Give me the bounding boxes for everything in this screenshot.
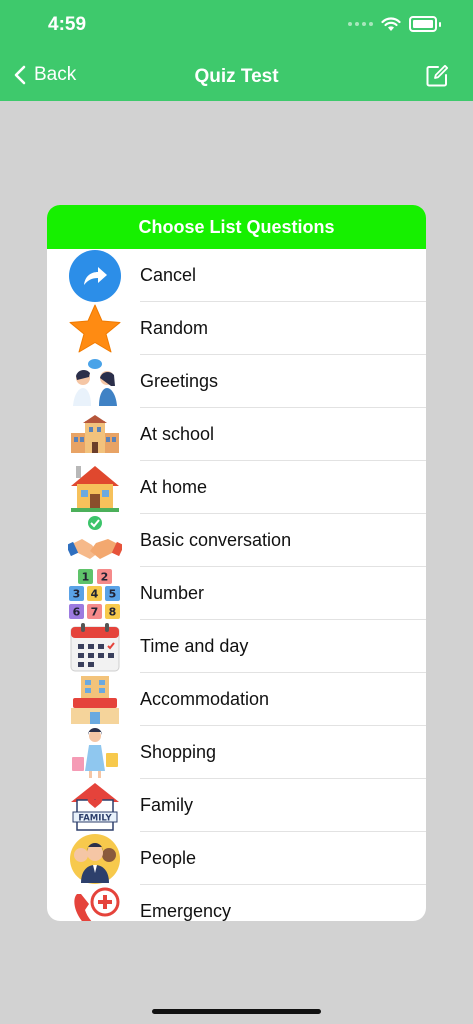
house-icon: [67, 461, 123, 514]
list-item-label: Emergency: [140, 901, 232, 921]
list-item-label: Cancel: [140, 265, 197, 285]
emergency-phone-icon: [67, 885, 123, 921]
hotel-icon: [67, 673, 123, 726]
page-title: Quiz Test: [194, 66, 279, 87]
list-item-greetings[interactable]: Greetings: [47, 355, 426, 408]
list-item-basic-conversation[interactable]: Basic conversation: [47, 514, 426, 567]
two-people-chatting-icon: [67, 355, 123, 408]
battery-icon: [409, 16, 437, 32]
home-indicator[interactable]: [152, 1009, 321, 1014]
list-item-at-school[interactable]: At school: [47, 408, 426, 461]
dialog-title: Choose List Questions: [47, 205, 426, 249]
list-item-label: At home: [140, 477, 208, 497]
wifi-icon: [381, 16, 401, 31]
question-list[interactable]: Cancel Random Greetings At school At hom…: [47, 249, 426, 921]
list-item-number[interactable]: 1 2 3 4 5 6 7 8 Number: [47, 567, 426, 620]
svg-text:FAMILY: FAMILY: [78, 813, 112, 823]
list-item-label: Accommodation: [140, 689, 270, 709]
compose-icon: [426, 64, 449, 87]
list-item-random[interactable]: Random: [47, 302, 426, 355]
number-blocks-icon: 1 2 3 4 5 6 7 8: [67, 567, 123, 620]
list-item-accommodation[interactable]: Accommodation: [47, 673, 426, 726]
list-item-label: Family: [140, 795, 193, 815]
list-item-label: Greetings: [140, 371, 219, 391]
list-item-shopping[interactable]: Shopping: [47, 726, 426, 779]
list-item-label: People: [140, 848, 197, 868]
svg-text:8: 8: [109, 605, 117, 618]
status-icons: [348, 16, 441, 32]
list-item-label: Shopping: [140, 742, 217, 762]
list-item-time-and-day[interactable]: Time and day: [47, 620, 426, 673]
svg-text:4: 4: [91, 587, 99, 600]
list-item-at-home[interactable]: At home: [47, 461, 426, 514]
svg-text:6: 6: [73, 605, 81, 618]
list-item-label: Number: [140, 583, 205, 603]
shopping-woman-icon: [67, 726, 123, 779]
svg-text:3: 3: [73, 587, 81, 600]
list-item-label: Time and day: [140, 636, 249, 656]
svg-text:2: 2: [101, 570, 109, 583]
handshake-icon: [67, 514, 123, 567]
star-icon: [67, 302, 123, 355]
question-list-dialog: Choose List Questions Cancel Random Gree…: [47, 205, 426, 921]
list-item-label: Random: [140, 318, 209, 338]
list-item-label: Basic conversation: [140, 530, 292, 550]
share-arrow-icon: [67, 249, 123, 302]
status-time: 4:59: [48, 14, 87, 35]
navigation-bar: 4:59 Back Quiz Test: [0, 0, 473, 101]
family-house-icon: FAMILY: [67, 779, 123, 832]
list-item-label: At school: [140, 424, 215, 444]
svg-text:5: 5: [109, 587, 117, 600]
list-item-cancel[interactable]: Cancel: [47, 249, 426, 302]
people-group-icon: [67, 832, 123, 885]
cellular-icon: [348, 22, 373, 26]
edit-button[interactable]: [425, 64, 449, 93]
list-item-people[interactable]: People: [47, 832, 426, 885]
list-item-emergency[interactable]: Emergency: [47, 885, 426, 921]
calendar-icon: [67, 620, 123, 673]
school-building-icon: [67, 408, 123, 461]
svg-text:1: 1: [82, 570, 90, 583]
list-item-family[interactable]: FAMILY Family: [47, 779, 426, 832]
svg-text:7: 7: [91, 605, 99, 618]
